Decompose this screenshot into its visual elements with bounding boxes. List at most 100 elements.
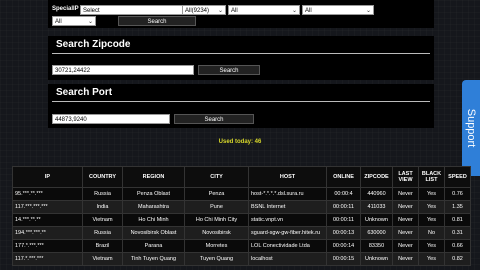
table-cell-region: Novosibirsk Oblast (122, 226, 185, 240)
table-cell-city: Pune (184, 200, 249, 214)
col-city[interactable]: CITY (184, 166, 249, 188)
table-cell-zipcode: 83350 (360, 239, 393, 253)
col-ip[interactable]: IP (12, 166, 83, 188)
table-cell-ip[interactable]: 95.***.**.*** (12, 187, 83, 201)
port-input[interactable]: 44873,9240 (52, 114, 170, 124)
table-cell-country: Russia (82, 187, 123, 201)
table-cell-last-view: Never (392, 187, 419, 201)
col-host[interactable]: HOST (248, 166, 327, 188)
table-row[interactable]: 177.*.***.*** Brazil Parana Morretes LOL Con… (12, 239, 471, 253)
chevron-down-icon: ⌄ (217, 8, 223, 14)
filter-panel: SpecialIP Select⌄ All(9234)⌄ All⌄ All⌄ A… (48, 0, 434, 28)
region-select[interactable]: All ⌄ (228, 5, 300, 15)
port-title: Search Port (56, 87, 113, 98)
table-cell-black-list: Yes (418, 239, 445, 253)
table-cell-ip[interactable]: 177.*.***.*** (12, 239, 83, 253)
table-cell-black-list: No (418, 226, 445, 240)
table-cell-black-list: Yes (418, 187, 445, 201)
table-cell-zipcode: Unknown (360, 252, 393, 266)
table-cell-host: sguard-sgw-gw-fiber.hitek.ru (248, 226, 327, 240)
zipcode-panel: Search Zipcode 30721,24422 Search (48, 36, 434, 80)
col-last-view[interactable]: LAST VIEW (392, 166, 419, 188)
table-cell-country: Russia (82, 226, 123, 240)
table-row[interactable]: 117.*.***.*** Vietnam Tinh Tuyen Quang Tuye… (12, 252, 471, 266)
zipcode-input[interactable]: 30721,24422 (52, 65, 194, 75)
table-row[interactable]: 194.***.***.** Russia Novosibirsk Oblast No… (12, 226, 471, 240)
zipcode-search-button[interactable]: Search (198, 65, 260, 75)
table-cell-online: 00:00:4 (326, 187, 361, 201)
table-cell-ip[interactable]: 117.*.***.*** (12, 252, 83, 266)
table-header-row: IP COUNTRY REGION CITY HOST ONLINE ZIPCO… (12, 166, 471, 188)
col-region[interactable]: REGION (122, 166, 185, 188)
table-cell-ip[interactable]: 117.***.***.*** (12, 200, 83, 214)
table-cell-zipcode: 411033 (360, 200, 393, 214)
table-cell-black-list: Yes (418, 213, 445, 227)
port-panel: Search Port 44873,9240 Search (48, 84, 434, 128)
table-cell-ip[interactable]: 14.***.**.** (12, 213, 83, 227)
table-cell-speed: 0.81 (444, 213, 471, 227)
port-search-button[interactable]: Search (174, 114, 254, 124)
col-zipcode[interactable]: ZIPCODE (360, 166, 393, 188)
table-cell-ip[interactable]: 194.***.***.** (12, 226, 83, 240)
table-cell-speed: 0.31 (444, 226, 471, 240)
table-cell-region: Parana (122, 239, 185, 253)
table-cell-host: static.vnpt.vn (248, 213, 327, 227)
table-cell-speed: 0.76 (444, 187, 471, 201)
table-cell-black-list: Yes (418, 200, 445, 214)
col-black-list[interactable]: BLACK LIST (418, 166, 445, 188)
table-cell-online: 00:00:15 (326, 252, 361, 266)
table-cell-online: 00:00:11 (326, 213, 361, 227)
specialip-select[interactable]: Select⌄ (80, 5, 198, 15)
specialip-label: SpecialIP (52, 6, 79, 12)
table-cell-speed: 1.35 (444, 200, 471, 214)
table-cell-city: Penza (184, 187, 249, 201)
table-cell-speed: 0.82 (444, 252, 471, 266)
table-cell-region: Ho Chi Minh (122, 213, 185, 227)
table-cell-black-list: Yes (418, 252, 445, 266)
table-row[interactable]: 95.***.**.*** Russia Penza Oblast Penza host… (12, 187, 471, 201)
table-row[interactable]: 14.***.**.** Vietnam Ho Chi Minh Ho Chi Min… (12, 213, 471, 227)
city-select[interactable]: All ⌄ (302, 5, 374, 15)
table-cell-region: Penza Oblast (122, 187, 185, 201)
table-cell-last-view: Never (392, 239, 419, 253)
table-cell-last-view: Never (392, 200, 419, 214)
support-label: Support (465, 108, 477, 148)
table-cell-last-view: Never (392, 213, 419, 227)
table-cell-host: localhost (248, 252, 327, 266)
table-cell-zipcode: Unknown (360, 213, 393, 227)
chevron-down-icon: ⌄ (291, 8, 297, 14)
table-cell-city: Morretes (184, 239, 249, 253)
table-row[interactable]: 117.***.***.*** India Maharashtra Pune BSNL … (12, 200, 471, 214)
table-cell-last-view: Never (392, 226, 419, 240)
proxy-table: IP COUNTRY REGION CITY HOST ONLINE ZIPCO… (12, 166, 471, 266)
table-cell-zipcode: 630000 (360, 226, 393, 240)
table-cell-host: LOL Conectividade Ltda (248, 239, 327, 253)
table-cell-online: 00:00:14 (326, 239, 361, 253)
table-cell-online: 00:00:11 (326, 200, 361, 214)
divider (52, 53, 430, 54)
table-cell-city: Novosibirsk (184, 226, 249, 240)
table-cell-city: Tuyen Quang (184, 252, 249, 266)
table-cell-speed: 0.66 (444, 239, 471, 253)
country-select[interactable]: All(9234) ⌄ (182, 5, 226, 15)
col-country[interactable]: COUNTRY (82, 166, 123, 188)
used-today-text: Used today: 46 (218, 139, 262, 145)
table-cell-zipcode: 440960 (360, 187, 393, 201)
chevron-down-icon: ⌄ (365, 8, 371, 14)
table-cell-country: Brazil (82, 239, 123, 253)
type-select[interactable]: All ⌄ (52, 16, 96, 26)
table-cell-region: Tinh Tuyen Quang (122, 252, 185, 266)
table-cell-city: Ho Chi Minh City (184, 213, 249, 227)
chevron-down-icon: ⌄ (87, 19, 93, 25)
table-cell-host: BSNL Internet (248, 200, 327, 214)
table-cell-country: India (82, 200, 123, 214)
zipcode-title: Search Zipcode (56, 39, 131, 50)
table-cell-host: host-*.*.*.*.dsl.sura.ru (248, 187, 327, 201)
table-cell-country: Vietnam (82, 213, 123, 227)
divider (52, 101, 430, 102)
support-tab[interactable]: Support (462, 80, 480, 176)
table-cell-region: Maharashtra (122, 200, 185, 214)
col-online[interactable]: ONLINE (326, 166, 361, 188)
col-speed[interactable]: SPEED (444, 166, 471, 188)
filter-search-button[interactable]: Search (118, 16, 196, 26)
